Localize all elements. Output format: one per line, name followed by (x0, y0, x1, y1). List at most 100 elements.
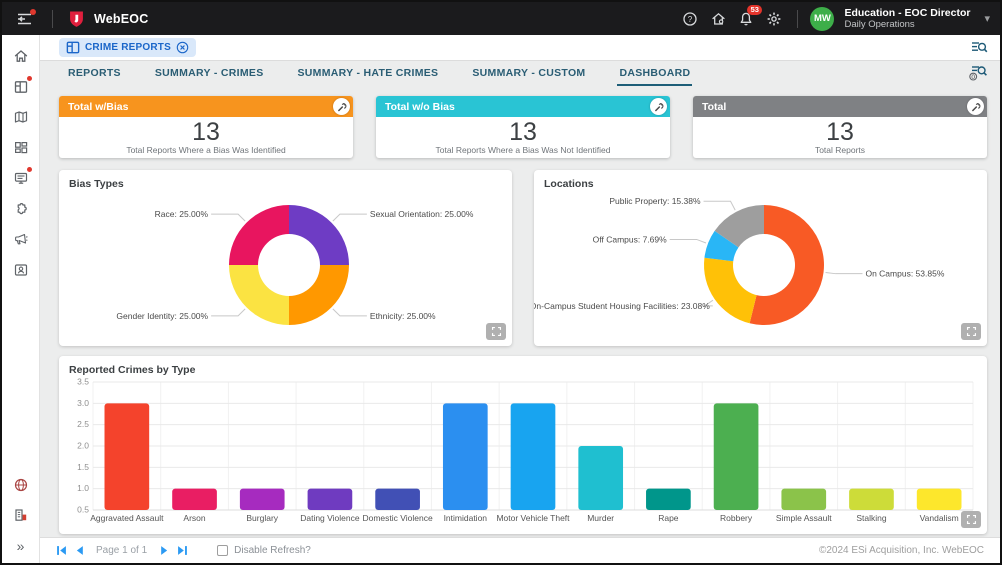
bar-stalking[interactable] (849, 489, 894, 510)
board-icon (66, 41, 80, 54)
pie-label: On-Campus Student Housing Facilities: 23… (534, 301, 710, 311)
bar-murder[interactable] (578, 446, 623, 510)
pie-label: On Campus: 53.85% (865, 269, 944, 279)
card-settings-button[interactable] (650, 98, 667, 115)
home-icon (13, 48, 29, 64)
tab-summary-crimes[interactable]: SUMMARY - CRIMES (153, 61, 266, 86)
summary-card-title: Total w/o Bias (385, 101, 455, 113)
bar-robbery[interactable] (714, 403, 759, 510)
settings-button[interactable] (763, 8, 785, 30)
close-circle-icon[interactable] (176, 41, 189, 54)
summary-card-body: 13Total Reports Where a Bias Was Identif… (59, 117, 353, 155)
y-axis-tick-label: 0.5 (77, 505, 89, 515)
notifications-button[interactable]: 53 (735, 8, 757, 30)
sidebar-item-apps[interactable] (8, 135, 34, 161)
last-page-button[interactable] (173, 544, 191, 558)
home-button[interactable] (707, 8, 729, 30)
card-settings-button[interactable] (333, 98, 350, 115)
topbar-left: WebEOC (14, 8, 148, 30)
bar-simple-assault[interactable] (781, 489, 826, 510)
organization-building-icon (13, 507, 29, 523)
plugins-icon (13, 201, 29, 217)
pie-slice-on-campus-student-housing-facilities[interactable] (704, 258, 757, 324)
juvare-shield-logo (69, 10, 84, 28)
summary-card-title: Total (702, 101, 726, 113)
bar-arson[interactable] (172, 489, 217, 510)
x-axis-category-label: Domestic Violence (362, 513, 433, 523)
summary-card-title: Total w/Bias (68, 101, 128, 113)
summary-card-value: 13 (376, 119, 670, 145)
board-chip-crime-reports[interactable]: CRIME REPORTS (59, 38, 196, 57)
sidebar-item-organization[interactable] (8, 502, 34, 528)
bar-aggravated-assault[interactable] (105, 403, 150, 510)
footer-bar: Page 1 of 1 Disable Refresh? ©2024 ESi A… (40, 537, 1000, 563)
chart-title: Locations (534, 170, 987, 190)
sidebar-expand-button[interactable]: » (8, 533, 34, 559)
chart-title: Bias Types (59, 170, 512, 190)
expand-chart-button[interactable] (961, 323, 981, 340)
tab-reports[interactable]: REPORTS (66, 61, 123, 86)
bar-motor-vehicle-theft[interactable] (511, 403, 556, 510)
bar-burglary[interactable] (240, 489, 285, 510)
bar-rape[interactable] (646, 489, 691, 510)
user-menu-chevron-down-icon[interactable]: ▾ (984, 12, 990, 25)
bar-domestic-violence[interactable] (375, 489, 420, 510)
fullscreen-icon (966, 326, 977, 337)
user-avatar[interactable]: MW (810, 7, 834, 31)
board-chip-label: CRIME REPORTS (85, 42, 171, 53)
next-page-button[interactable] (155, 544, 173, 558)
previous-page-icon (74, 545, 85, 556)
bar-intimidation[interactable] (443, 403, 488, 510)
disable-refresh-control[interactable]: Disable Refresh? (217, 545, 311, 556)
board-search-button[interactable] (968, 37, 990, 59)
expand-chart-button[interactable] (961, 511, 981, 528)
disable-refresh-checkbox[interactable] (217, 545, 228, 556)
sidebar-item-broadcast[interactable] (8, 226, 34, 252)
language-globe-icon (13, 477, 29, 493)
menu-collapse-button[interactable] (14, 8, 36, 30)
label-leader-line (211, 214, 245, 221)
disable-refresh-label: Disable Refresh? (234, 545, 311, 556)
first-page-button[interactable] (52, 544, 70, 558)
maps-icon (13, 109, 29, 125)
pie-label: Sexual Orientation: 25.00% (370, 209, 474, 219)
bar-vandalism[interactable] (917, 489, 962, 510)
sidebar-item-maps[interactable] (8, 104, 34, 130)
app-window: WebEOC ? 53 (0, 0, 1002, 565)
summary-card-total-w-o-bias: Total w/o Bias13Total Reports Where a Bi… (376, 96, 670, 158)
first-page-icon (56, 545, 67, 556)
tab-summary-hate-crimes[interactable]: SUMMARY - HATE CRIMES (296, 61, 441, 86)
x-axis-category-label: Dating Violence (300, 513, 360, 523)
sidebar-item-messages[interactable] (8, 165, 34, 191)
copyright-text: ©2024 ESi Acquisition, Inc. WebEOC (819, 545, 984, 556)
boards-icon (13, 79, 29, 95)
help-button[interactable]: ? (679, 8, 701, 30)
expand-chart-button[interactable] (486, 323, 506, 340)
menu-notification-dot (30, 9, 36, 15)
user-operation: Daily Operations (844, 19, 970, 30)
label-leader-line (333, 214, 367, 221)
sidebar-item-boards[interactable] (8, 74, 34, 100)
tab-summary-custom[interactable]: SUMMARY - CUSTOM (470, 61, 587, 86)
sidebar-item-home[interactable] (8, 43, 34, 69)
label-leader-line (670, 239, 706, 243)
card-settings-button[interactable] (967, 98, 984, 115)
pie-label: Off Campus: 7.69% (593, 234, 667, 244)
sidebar-item-plugins[interactable] (8, 196, 34, 222)
next-page-icon (159, 545, 170, 556)
main-area: CRIME REPORTS (40, 35, 1000, 563)
bar-dating-violence[interactable] (308, 489, 353, 510)
contacts-icon (13, 262, 29, 278)
previous-page-button[interactable] (70, 544, 88, 558)
tool-wrench-icon (971, 102, 981, 112)
tab-dashboard[interactable]: DASHBOARD (617, 61, 692, 86)
tool-wrench-icon (337, 102, 347, 112)
messages-notification-dot (27, 167, 32, 172)
sidebar-item-contacts[interactable] (8, 257, 34, 283)
summary-card-total-w-bias: Total w/Bias 13Total Reports Where a Bias… (59, 96, 353, 158)
filter-search-button[interactable]: 0 (964, 63, 990, 85)
sidebar-item-language[interactable] (8, 472, 34, 498)
expand-chevrons-icon: » (17, 538, 25, 554)
label-leader-line (704, 201, 736, 210)
view-tabs: REPORTS SUMMARY - CRIMES SUMMARY - HATE CR… (66, 61, 692, 86)
